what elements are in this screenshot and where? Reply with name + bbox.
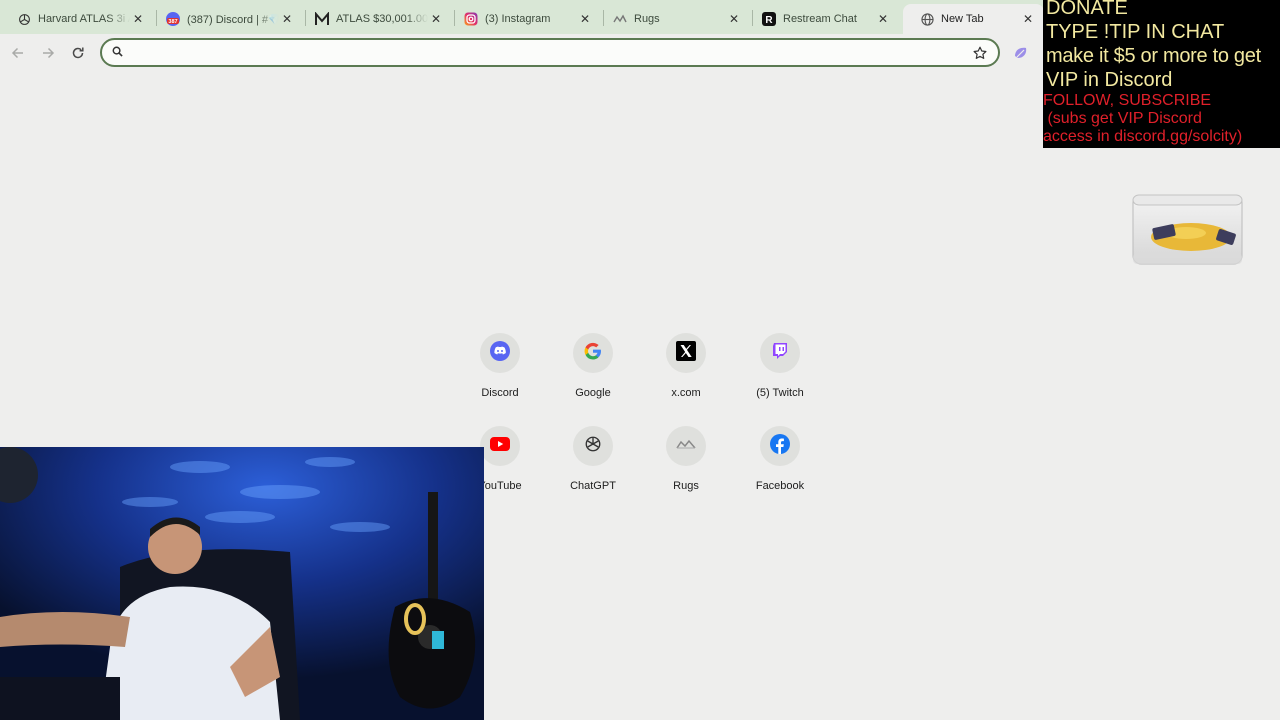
tab-instagram[interactable]: (3) Instagram ✕ [447, 4, 601, 34]
rugs-icon [613, 12, 627, 26]
tab-strip: Harvard ATLAS 3i AI ✕ 387 (387) Discord … [0, 0, 1044, 34]
tab-title: Restream Chat [783, 13, 857, 25]
tab-restream[interactable]: R Restream Chat ✕ [745, 4, 899, 34]
toolbar [0, 34, 1044, 72]
x-icon [676, 340, 696, 366]
chatgpt-icon [584, 435, 602, 458]
globe-icon [920, 12, 934, 26]
close-icon[interactable]: ✕ [279, 11, 295, 27]
address-input[interactable] [131, 45, 972, 60]
shortcut-label: (5) Twitch [756, 387, 804, 399]
stream-text-overlay: DONATE TYPE !TIP IN CHAT make it $5 or m… [1043, 0, 1280, 148]
tab-title: Rugs [634, 13, 660, 25]
discord-icon: 387 [166, 12, 180, 26]
tab-title: (387) Discord | #💎 [187, 13, 279, 26]
tab-title: New Tab [941, 13, 984, 25]
tab-discord[interactable]: 387 (387) Discord | #💎 ✕ [149, 4, 303, 34]
close-icon[interactable]: ✕ [726, 11, 742, 27]
reload-icon [72, 47, 84, 59]
tab-badge: 387 [168, 19, 177, 25]
youtube-icon [490, 436, 510, 456]
tab-title: ATLAS $30,001.00 - [336, 13, 428, 25]
discord-icon [490, 340, 510, 366]
shortcut-chatgpt[interactable]: ChatGPT [547, 426, 639, 512]
close-icon[interactable]: ✕ [875, 11, 891, 27]
tip-jar-icon [1132, 194, 1243, 265]
twitch-icon [771, 342, 789, 365]
close-icon[interactable]: ✕ [130, 11, 146, 27]
shortcut-label: ChatGPT [570, 480, 616, 492]
tab-new-tab[interactable]: New Tab ✕ [903, 4, 1044, 34]
forward-button[interactable] [36, 41, 60, 65]
tab-title: (3) Instagram [485, 13, 551, 25]
overlay-line-discord-link: access in discord.gg/solcity) [1043, 128, 1243, 145]
tab-title: Harvard ATLAS 3i AI [38, 13, 130, 25]
shortcut-twitch[interactable]: (5) Twitch [734, 333, 826, 419]
shortcut-label: x.com [671, 387, 701, 399]
overlay-line-vip-discord: VIP in Discord [1046, 69, 1173, 91]
bookmark-star-icon[interactable] [972, 45, 988, 61]
tab-atlas[interactable]: ATLAS $30,001.00 - ✕ [298, 4, 452, 34]
back-button[interactable] [6, 41, 30, 65]
overlay-line-tip: TYPE !TIP IN CHAT [1046, 21, 1225, 43]
svg-text:R: R [765, 15, 773, 26]
reload-button[interactable] [66, 41, 90, 65]
shortcut-rugs[interactable]: Rugs [640, 426, 732, 512]
shortcut-facebook[interactable]: Facebook [734, 426, 826, 512]
overlay-line-donate: DONATE [1046, 0, 1128, 19]
shortcut-label: Rugs [673, 480, 699, 492]
tab-harvard-atlas[interactable]: Harvard ATLAS 3i AI ✕ [0, 4, 154, 34]
arrow-left-icon [11, 47, 23, 59]
overlay-line-follow: FOLLOW, SUBSCRIBE [1043, 92, 1212, 109]
shortcut-discord[interactable]: Discord [454, 333, 546, 419]
extension-icon[interactable] [1012, 44, 1030, 62]
webcam-feed [0, 447, 484, 720]
shortcut-label: YouTube [478, 480, 522, 492]
shortcut-label: Discord [481, 387, 519, 399]
shortcut-label: Google [575, 387, 611, 399]
arrow-right-icon [43, 47, 55, 59]
search-icon [112, 44, 123, 62]
shortcut-x[interactable]: x.com [640, 333, 732, 419]
shortcut-label: Facebook [755, 480, 805, 492]
instagram-icon [464, 12, 478, 26]
close-icon[interactable]: ✕ [1020, 11, 1036, 27]
address-bar[interactable] [100, 38, 1000, 67]
google-icon [584, 342, 602, 365]
facebook-icon [770, 433, 790, 459]
overlay-line-vip-amount: make it $5 or more to get [1046, 45, 1261, 67]
shortcut-google[interactable]: Google [547, 333, 639, 419]
chatgpt-icon [17, 12, 31, 26]
tab-rugs[interactable]: Rugs ✕ [596, 4, 750, 34]
overlay-line-subs: (subs get VIP Discord [1043, 110, 1202, 127]
atlas-m-icon [315, 12, 329, 26]
rugs-icon [676, 437, 696, 455]
close-icon[interactable]: ✕ [428, 11, 444, 27]
close-icon[interactable]: ✕ [577, 11, 593, 27]
restream-icon: R [762, 12, 776, 26]
